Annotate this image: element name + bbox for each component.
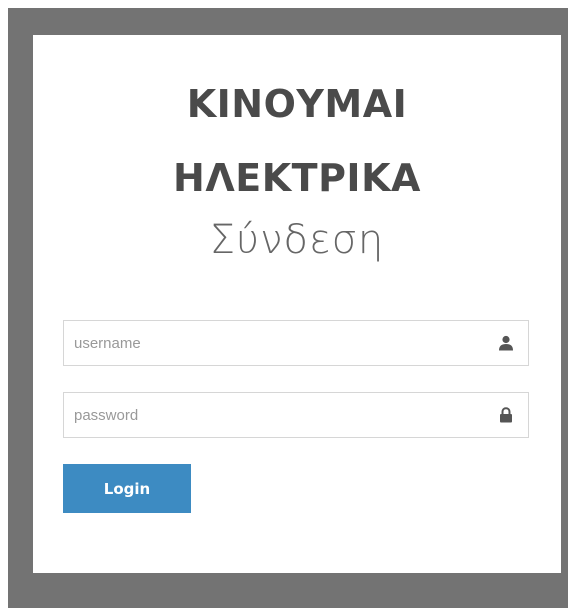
username-field-wrapper — [63, 320, 529, 366]
password-field-wrapper — [63, 392, 529, 438]
login-card: ΚΙΝΟΥΜΑΙ ΗΛΕΚΤΡΙΚΑ Σύνδεση Login — [33, 35, 561, 573]
lock-icon — [498, 407, 514, 423]
brand-title-line-1: ΚΙΝΟΥΜΑΙ — [186, 82, 408, 126]
login-button[interactable]: Login — [63, 464, 191, 513]
brand-title-line-2: ΗΛΕΚΤΡΙΚΑ — [173, 156, 421, 200]
user-icon — [498, 335, 514, 351]
page-title: Σύνδεση — [209, 217, 385, 263]
username-input[interactable] — [64, 321, 494, 365]
password-input[interactable] — [64, 393, 494, 437]
